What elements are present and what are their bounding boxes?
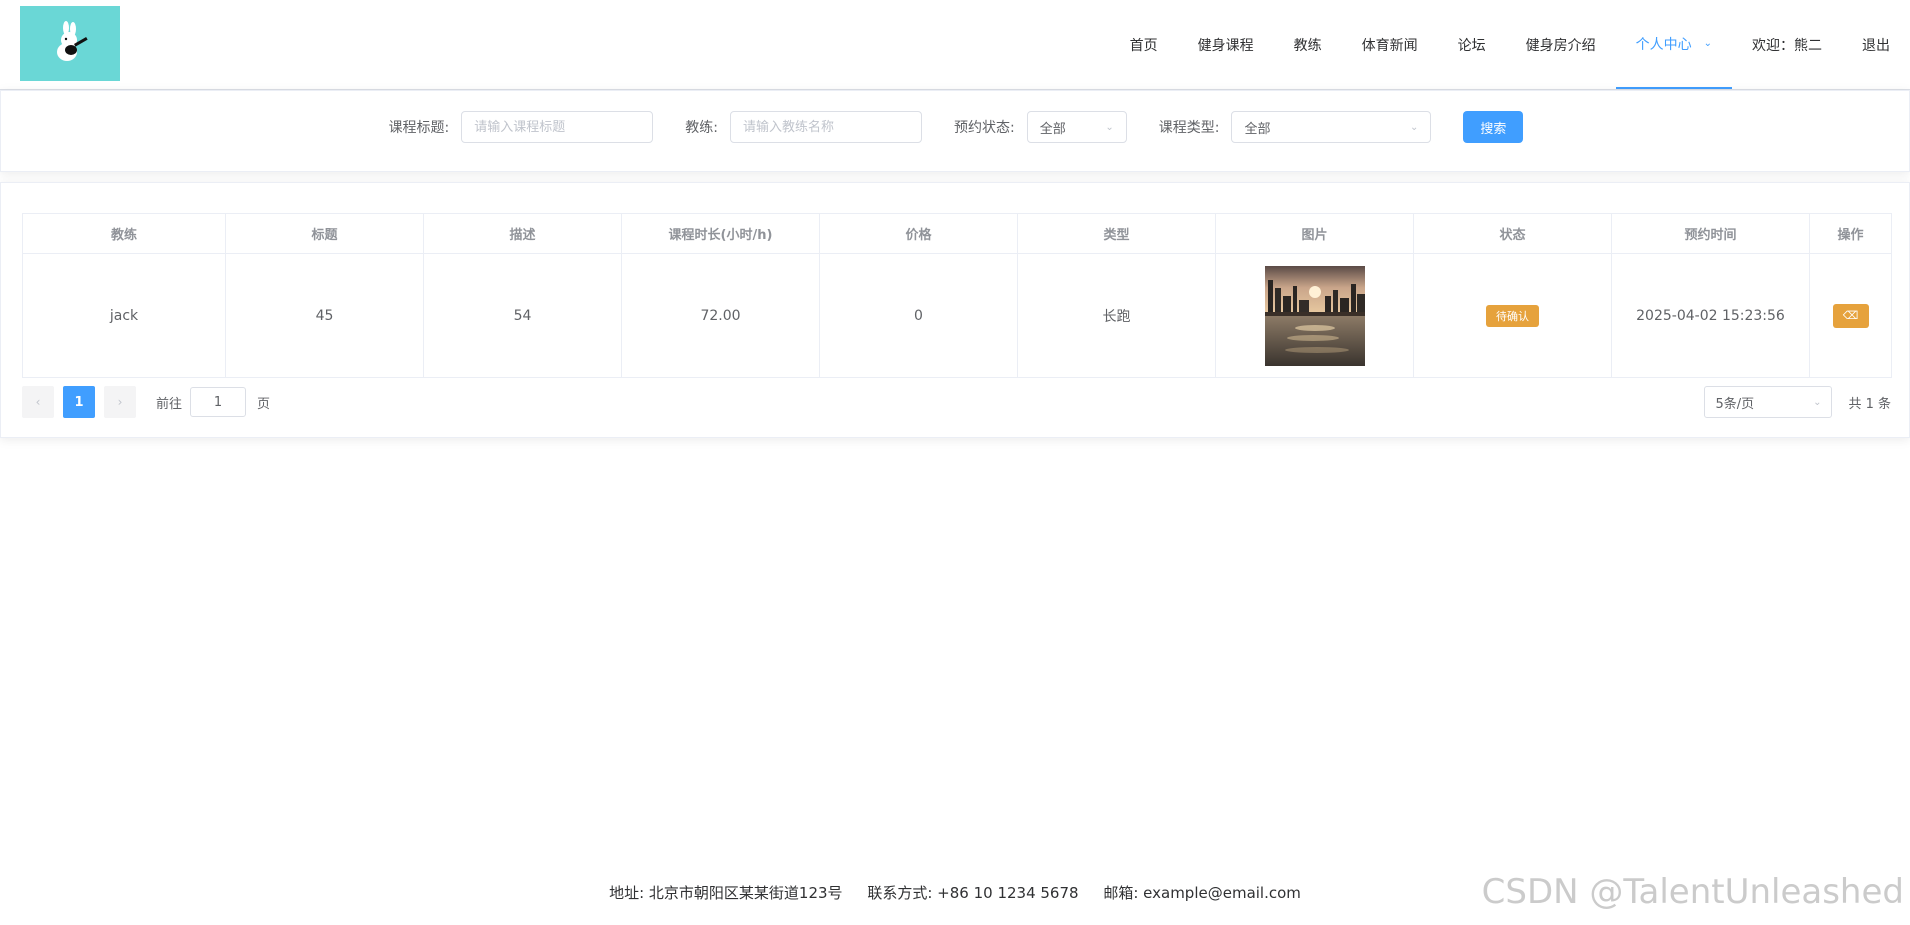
column-header: 图片 <box>1215 213 1414 254</box>
cell-status: 待确认 <box>1413 253 1612 378</box>
nav-coaches[interactable]: 教练 <box>1274 0 1342 89</box>
nav-logout[interactable]: 退出 <box>1842 0 1910 89</box>
nav-sports-news[interactable]: 体育新闻 <box>1342 0 1438 89</box>
booking-status-label: 预约状态: <box>954 120 1015 136</box>
course-title-input[interactable] <box>461 111 654 143</box>
bookings-table-panel: 教练 标题 描述 课程时长(小时/h) 价格 类型 图片 状态 预约时间 操作 … <box>0 182 1910 438</box>
table-row: jack 45 54 72.00 0 长跑 待确认 2025-04-02 15:… <box>22 253 1892 378</box>
coach-name-input[interactable] <box>730 111 922 143</box>
cell-type: 长跑 <box>1017 253 1216 378</box>
chevron-left-icon: ‹ <box>35 395 41 409</box>
column-header: 教练 <box>22 213 226 254</box>
page-size-select[interactable]: 5条/页 ⌄ <box>1704 386 1833 418</box>
nav-personal-center[interactable]: 个人中心 ⌄ <box>1615 0 1732 89</box>
footer-email: 邮箱: example@email.com <box>1103 884 1301 902</box>
watermark: CSDN @TalentUnleashed <box>1481 872 1904 912</box>
course-type-label: 课程类型: <box>1158 120 1220 136</box>
column-header: 课程时长(小时/h) <box>621 213 820 254</box>
column-header: 标题 <box>225 213 424 254</box>
next-page-button[interactable]: › <box>104 386 136 418</box>
total-count: 共 1 条 <box>1848 396 1891 412</box>
footer-contact: 联系方式: +86 10 1234 5678 <box>867 884 1079 902</box>
cell-actions: ⌫ <box>1809 253 1892 378</box>
cell-duration: 72.00 <box>621 253 820 378</box>
column-header: 状态 <box>1413 213 1612 254</box>
chevron-right-icon: › <box>117 395 123 409</box>
course-thumbnail-image[interactable] <box>1264 265 1365 366</box>
trash-icon: ⌫ <box>1842 308 1859 322</box>
cell-coach: jack <box>22 253 226 378</box>
chevron-down-icon: ⌄ <box>1105 121 1114 133</box>
pagination-right: 5条/页 ⌄ 共 1 条 <box>1704 386 1891 418</box>
nav-forum[interactable]: 论坛 <box>1438 0 1506 89</box>
goto-label: 前往 <box>156 396 183 412</box>
cell-title: 45 <box>225 253 424 378</box>
status-badge: 待确认 <box>1486 304 1539 327</box>
nav-courses[interactable]: 健身课程 <box>1178 0 1274 89</box>
cell-image <box>1215 253 1414 378</box>
cell-price: 0 <box>819 253 1018 378</box>
coach-label: 教练: <box>685 120 718 136</box>
column-header: 操作 <box>1809 213 1892 254</box>
pagination: ‹ 1 › 前往 页 5条/页⌄ 共 1 条 <box>22 386 1891 418</box>
page-number-button[interactable]: 1 <box>63 386 95 418</box>
cell-description: 54 <box>423 253 622 378</box>
column-header: 类型 <box>1017 213 1216 254</box>
chevron-down-icon: ⌄ <box>1813 396 1822 408</box>
chevron-down-icon: ⌄ <box>1410 121 1419 133</box>
rabbit-logo-icon <box>57 21 88 61</box>
goto-page-input[interactable] <box>190 387 247 417</box>
course-type-select[interactable]: 全部 ⌄ <box>1231 111 1432 143</box>
column-header: 价格 <box>819 213 1018 254</box>
top-header: 首页 健身课程 教练 体育新闻 论坛 健身房介绍 个人中心 ⌄ 欢迎：熊二 退出 <box>0 0 1910 90</box>
prev-page-button[interactable]: ‹ <box>22 386 54 418</box>
search-form: 课程标题: 教练: 预约状态: 全部⌄ 课程类型: 全部⌄ 搜索 <box>1 111 1910 143</box>
course-title-label: 课程标题: <box>388 120 450 136</box>
search-panel: 课程标题: 教练: 预约状态: 全部⌄ 课程类型: 全部⌄ 搜索 <box>0 90 1910 172</box>
welcome-user: 欢迎：熊二 <box>1752 37 1822 54</box>
nav-gym-intro[interactable]: 健身房介绍 <box>1506 0 1616 89</box>
search-button[interactable]: 搜索 <box>1463 111 1524 143</box>
column-header: 预约时间 <box>1611 213 1810 254</box>
bookings-table: 教练 标题 描述 课程时长(小时/h) 价格 类型 图片 状态 预约时间 操作 … <box>22 213 1892 378</box>
cell-booking-time: 2025-04-02 15:23:56 <box>1611 253 1810 378</box>
logo[interactable] <box>20 6 120 81</box>
column-header: 描述 <box>423 213 622 254</box>
nav-home[interactable]: 首页 <box>1110 0 1178 89</box>
delete-button[interactable]: ⌫ <box>1832 303 1869 328</box>
page-suffix-label: 页 <box>257 396 271 412</box>
chevron-down-icon: ⌄ <box>1703 38 1712 49</box>
table-header-row: 教练 标题 描述 课程时长(小时/h) 价格 类型 图片 状态 预约时间 操作 <box>22 213 1892 254</box>
main-nav: 首页 健身课程 教练 体育新闻 论坛 健身房介绍 个人中心 ⌄ 欢迎：熊二 退出 <box>1110 0 1910 89</box>
footer-address: 地址: 北京市朝阳区某某街道123号 <box>609 884 843 902</box>
booking-status-select[interactable]: 全部 ⌄ <box>1026 111 1127 143</box>
